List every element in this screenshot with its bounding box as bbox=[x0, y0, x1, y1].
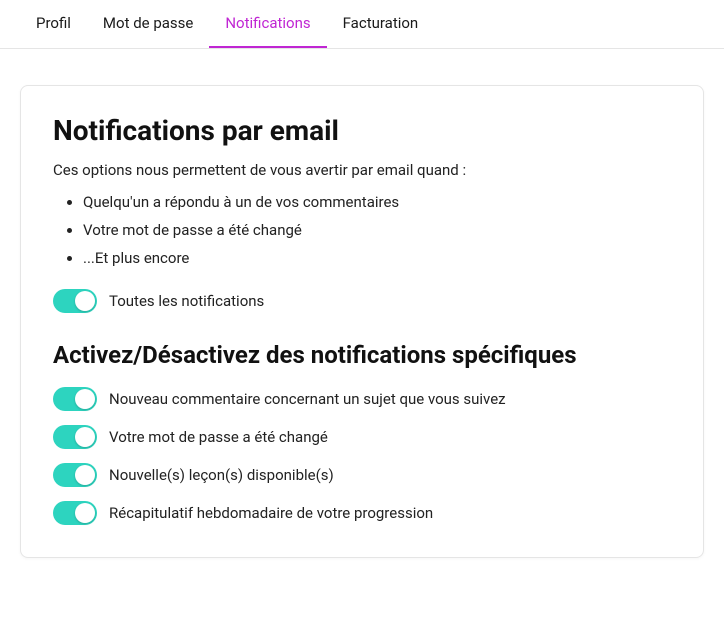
toggle-row-new-comment: Nouveau commentaire concernant un sujet … bbox=[53, 387, 671, 411]
toggle-new-lessons-label: Nouvelle(s) leçon(s) disponible(s) bbox=[109, 466, 334, 484]
specific-notifications-heading: Activez/Désactivez des notifications spé… bbox=[53, 341, 671, 369]
toggle-row-weekly-summary: Récapitulatif hebdomadaire de votre prog… bbox=[53, 501, 671, 525]
settings-tabs: Profil Mot de passe Notifications Factur… bbox=[0, 0, 724, 49]
tab-profil[interactable]: Profil bbox=[20, 0, 87, 48]
tab-facturation[interactable]: Facturation bbox=[327, 0, 435, 48]
toggle-weekly-summary-label: Récapitulatif hebdomadaire de votre prog… bbox=[109, 504, 433, 522]
toggle-weekly-summary[interactable] bbox=[53, 501, 97, 525]
toggle-new-lessons[interactable] bbox=[53, 463, 97, 487]
toggle-all-label: Toutes les notifications bbox=[109, 292, 264, 310]
toggle-new-comment[interactable] bbox=[53, 387, 97, 411]
toggle-password-changed-label: Votre mot de passe a été changé bbox=[109, 428, 328, 446]
email-notifications-intro: Ces options nous permettent de vous aver… bbox=[53, 161, 671, 179]
bullet-item: Votre mot de passe a été changé bbox=[83, 221, 671, 239]
toggle-password-changed[interactable] bbox=[53, 425, 97, 449]
notifications-card: Notifications par email Ces options nous… bbox=[20, 85, 704, 558]
toggle-new-comment-label: Nouveau commentaire concernant un sujet … bbox=[109, 390, 506, 408]
bullet-item: Quelqu'un a répondu à un de vos commenta… bbox=[83, 193, 671, 211]
bullet-item: ...Et plus encore bbox=[83, 249, 671, 267]
toggle-row-new-lessons: Nouvelle(s) leçon(s) disponible(s) bbox=[53, 463, 671, 487]
toggle-all-notifications[interactable] bbox=[53, 289, 97, 313]
tab-mot-de-passe[interactable]: Mot de passe bbox=[87, 0, 209, 48]
email-notifications-heading: Notifications par email bbox=[53, 114, 671, 147]
email-notifications-bullets: Quelqu'un a répondu à un de vos commenta… bbox=[53, 193, 671, 267]
toggle-row-all: Toutes les notifications bbox=[53, 289, 671, 313]
tab-notifications[interactable]: Notifications bbox=[209, 0, 326, 48]
toggle-row-password-changed: Votre mot de passe a été changé bbox=[53, 425, 671, 449]
